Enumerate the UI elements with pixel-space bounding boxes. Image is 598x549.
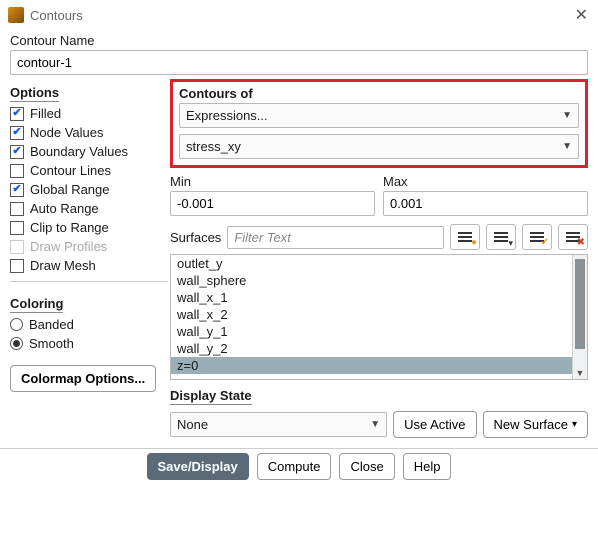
app-icon (8, 7, 24, 23)
list-item[interactable]: wall_y_1 (171, 323, 587, 340)
option-clip-to-range[interactable]: Clip to Range (10, 218, 168, 237)
radio[interactable] (10, 337, 23, 350)
coloring-heading: Coloring (10, 296, 63, 313)
chevron-down-icon: ▼ (562, 141, 572, 152)
checkbox[interactable] (10, 221, 24, 235)
checkbox[interactable] (10, 126, 24, 140)
close-icon[interactable]: ✕ (575, 5, 588, 25)
option-draw-profiles: Draw Profiles (10, 237, 168, 256)
contour-name-input[interactable] (10, 50, 588, 75)
window-title: Contours (30, 8, 575, 23)
compute-button[interactable]: Compute (257, 453, 332, 480)
list-item[interactable]: wall_x_1 (171, 289, 587, 306)
options-heading: Options (10, 85, 59, 102)
max-label: Max (383, 174, 588, 189)
coloring-smooth[interactable]: Smooth (10, 334, 168, 353)
option-boundary-values[interactable]: Boundary Values (10, 142, 168, 161)
new-surface-button[interactable]: New Surface ▾ (483, 411, 588, 438)
option-global-range[interactable]: Global Range (10, 180, 168, 199)
save-display-button[interactable]: Save/Display (147, 453, 249, 480)
list-item[interactable]: z=0 (171, 357, 587, 374)
option-draw-mesh[interactable]: Draw Mesh (10, 256, 168, 275)
checkbox[interactable] (10, 164, 24, 178)
max-input[interactable] (383, 191, 588, 216)
surfaces-list[interactable]: outlet_ywall_spherewall_x_1wall_x_2wall_… (170, 254, 588, 380)
display-state-dropdown[interactable]: None ▼ (170, 412, 387, 437)
checkbox[interactable] (10, 107, 24, 121)
option-node-values[interactable]: Node Values (10, 123, 168, 142)
surfaces-label: Surfaces (170, 230, 221, 245)
checkbox[interactable] (10, 145, 24, 159)
deselect-all-button[interactable]: ✖ (558, 224, 588, 250)
display-state-heading: Display State (170, 388, 252, 405)
colormap-options-button[interactable]: Colormap Options... (10, 365, 156, 392)
radio[interactable] (10, 318, 23, 331)
list-item[interactable]: wall_y_2 (171, 340, 587, 357)
contours-of-label: Contours of (179, 86, 579, 101)
option-filled[interactable]: Filled (10, 104, 168, 123)
checkbox (10, 240, 24, 254)
filter-toggle-button[interactable]: ● (450, 224, 480, 250)
scroll-thumb[interactable] (575, 259, 585, 349)
option-contour-lines[interactable]: Contour Lines (10, 161, 168, 180)
chevron-down-icon: ▼ (370, 419, 380, 430)
coloring-banded[interactable]: Banded (10, 315, 168, 334)
help-button[interactable]: Help (403, 453, 452, 480)
list-item[interactable]: outlet_y (171, 255, 587, 272)
list-toggle-button[interactable]: ▾ (486, 224, 516, 250)
option-auto-range[interactable]: Auto Range (10, 199, 168, 218)
checkbox[interactable] (10, 259, 24, 273)
chevron-down-icon: ▼ (562, 110, 572, 121)
min-label: Min (170, 174, 375, 189)
list-item[interactable]: wall_sphere (171, 272, 587, 289)
checkbox[interactable] (10, 202, 24, 216)
checkbox[interactable] (10, 183, 24, 197)
list-item[interactable]: wall_x_2 (171, 306, 587, 323)
select-all-button[interactable]: ✔ (522, 224, 552, 250)
title-bar: Contours ✕ (0, 0, 598, 29)
contours-of-primary-dropdown[interactable]: Expressions... ▼ (179, 103, 579, 128)
scroll-down-icon[interactable]: ▼ (573, 367, 587, 379)
scrollbar[interactable]: ▲ ▼ (572, 255, 587, 379)
min-input[interactable] (170, 191, 375, 216)
close-button[interactable]: Close (339, 453, 394, 480)
contours-of-highlight: Contours of Expressions... ▼ stress_xy ▼ (170, 79, 588, 168)
chevron-down-icon: ▾ (572, 419, 577, 430)
use-active-button[interactable]: Use Active (393, 411, 476, 438)
surfaces-filter-input[interactable] (227, 226, 444, 249)
contour-name-label: Contour Name (10, 33, 588, 48)
contours-of-secondary-dropdown[interactable]: stress_xy ▼ (179, 134, 579, 159)
